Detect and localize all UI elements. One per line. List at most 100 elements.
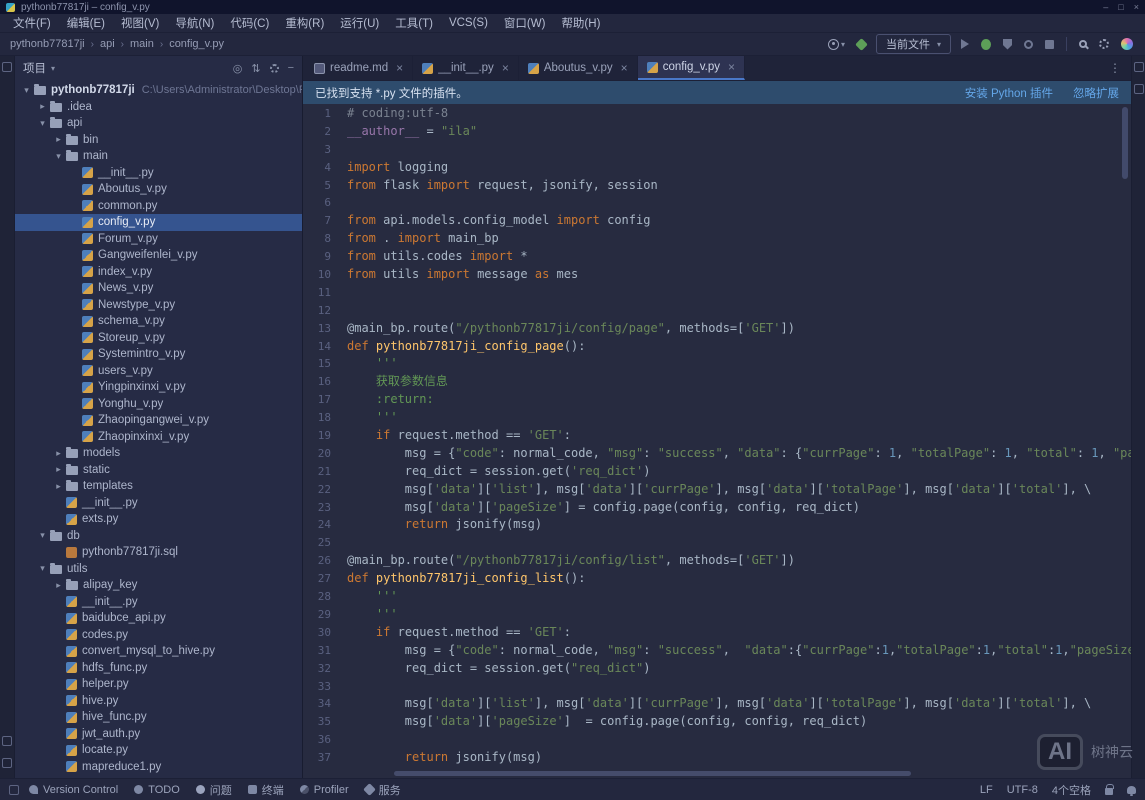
chevron-collapsed-icon[interactable]: ▸	[37, 101, 48, 112]
close-button[interactable]: ×	[1134, 2, 1139, 12]
code-line[interactable]: 3	[303, 141, 1131, 159]
line-number[interactable]: 18	[303, 409, 347, 427]
line-number[interactable]: 10	[303, 266, 347, 284]
line-number[interactable]: 26	[303, 552, 347, 570]
tree-item[interactable]: __init__.py	[15, 165, 302, 182]
code-line[interactable]: 8from . import main_bp	[303, 230, 1131, 248]
breadcrumb-item[interactable]: api	[100, 38, 115, 50]
line-number[interactable]: 36	[303, 731, 347, 749]
database-toolwindow-icon[interactable]	[1134, 62, 1144, 72]
chevron-collapsed-icon[interactable]: ▸	[53, 134, 64, 145]
status-item[interactable]: 问题	[196, 782, 232, 798]
maximize-button[interactable]: □	[1118, 2, 1123, 12]
menu-item[interactable]: VCS(S)	[442, 16, 495, 30]
close-icon[interactable]: ×	[621, 61, 628, 75]
code-line[interactable]: 1# coding:utf-8	[303, 105, 1131, 123]
vertical-scrollbar-thumb[interactable]	[1122, 107, 1128, 179]
horizontal-scrollbar-thumb[interactable]	[394, 771, 911, 776]
tree-item[interactable]: exts.py	[15, 511, 302, 528]
chevron-expanded-icon[interactable]: ▾	[37, 118, 48, 129]
line-number[interactable]: 14	[303, 338, 347, 356]
toolwindow-switcher-icon[interactable]	[9, 785, 19, 795]
menu-item[interactable]: 窗口(W)	[497, 14, 553, 32]
code-line[interactable]: 32 req_dict = session.get("req_dict")	[303, 660, 1131, 678]
stop-button[interactable]	[1043, 39, 1056, 50]
line-number[interactable]: 12	[303, 302, 347, 320]
code-line[interactable]: 31 msg = {"code": normal_code, "msg": "s…	[303, 642, 1131, 660]
run-configuration-select[interactable]: 当前文件 ▾	[876, 34, 951, 54]
tree-item[interactable]: Zhaopinxinxi_v.py	[15, 429, 302, 446]
tree-item[interactable]: convert_mysql_to_hive.py	[15, 643, 302, 660]
code-line[interactable]: 37 return jsonify(msg)	[303, 749, 1131, 767]
status-item[interactable]: 终端	[248, 782, 284, 798]
line-number[interactable]: 8	[303, 230, 347, 248]
code-editor[interactable]: 1# coding:utf-82__author__ = "ila"34impo…	[303, 104, 1131, 769]
search-everywhere-button[interactable]	[1077, 39, 1089, 49]
code-line[interactable]: 19 if request.method == 'GET':	[303, 427, 1131, 445]
editor-tab[interactable]: config_v.py×	[638, 56, 745, 80]
hide-panel-icon[interactable]: −	[288, 62, 294, 74]
line-number[interactable]: 6	[303, 194, 347, 212]
code-line[interactable]: 15 '''	[303, 355, 1131, 373]
code-line[interactable]: 17 :return:	[303, 391, 1131, 409]
tree-item[interactable]: users_v.py	[15, 363, 302, 380]
code-line[interactable]: 5from flask import request, jsonify, ses…	[303, 177, 1131, 195]
line-number[interactable]: 23	[303, 499, 347, 517]
install-plugin-link[interactable]: 安装 Python 插件	[965, 85, 1053, 101]
code-line[interactable]: 4import logging	[303, 159, 1131, 177]
commit-toolwindow-icon[interactable]	[2, 736, 12, 746]
line-number[interactable]: 13	[303, 320, 347, 338]
tree-item[interactable]: News_v.py	[15, 280, 302, 297]
tree-item[interactable]: locate.py	[15, 742, 302, 759]
menu-item[interactable]: 工具(T)	[388, 14, 440, 32]
line-number[interactable]: 17	[303, 391, 347, 409]
line-number[interactable]: 16	[303, 373, 347, 391]
code-line[interactable]: 27def pythonb77817ji_config_list():	[303, 570, 1131, 588]
code-line[interactable]: 28 '''	[303, 588, 1131, 606]
line-number[interactable]: 9	[303, 248, 347, 266]
code-line[interactable]: 24 return jsonify(msg)	[303, 516, 1131, 534]
tree-item[interactable]: hdfs_func.py	[15, 660, 302, 677]
lock-icon[interactable]	[1105, 788, 1113, 795]
close-icon[interactable]: ×	[728, 60, 735, 74]
chevron-collapsed-icon[interactable]: ▸	[53, 448, 64, 459]
line-number[interactable]: 24	[303, 516, 347, 534]
menu-item[interactable]: 视图(V)	[114, 14, 166, 32]
code-line[interactable]: 16 获取参数信息	[303, 373, 1131, 391]
line-number[interactable]: 32	[303, 660, 347, 678]
project-panel-title[interactable]: 项目	[23, 60, 46, 76]
line-number[interactable]: 11	[303, 284, 347, 302]
status-item[interactable]: UTF-8	[1007, 784, 1038, 796]
menu-item[interactable]: 编辑(E)	[60, 14, 112, 32]
project-toolwindow-icon[interactable]	[2, 62, 12, 72]
line-number[interactable]: 2	[303, 123, 347, 141]
tree-item[interactable]: pythonb77817ji.sql	[15, 544, 302, 561]
tree-item[interactable]: Storeup_v.py	[15, 330, 302, 347]
code-line[interactable]: 34 msg['data']['list'], msg['data']['cur…	[303, 695, 1131, 713]
code-line[interactable]: 35 msg['data']['pageSize'] = config.page…	[303, 713, 1131, 731]
coverage-button[interactable]	[1001, 38, 1014, 51]
line-number[interactable]: 4	[303, 159, 347, 177]
tree-item[interactable]: jwt_auth.py	[15, 726, 302, 743]
code-line[interactable]: 14def pythonb77817ji_config_page():	[303, 338, 1131, 356]
breadcrumb-item[interactable]: config_v.py	[169, 38, 224, 50]
line-number[interactable]: 7	[303, 212, 347, 230]
close-icon[interactable]: ×	[396, 61, 403, 75]
line-number[interactable]: 21	[303, 463, 347, 481]
tree-item[interactable]: mapreduce1.py	[15, 759, 302, 776]
code-line[interactable]: 7from api.models.config_model import con…	[303, 212, 1131, 230]
status-item[interactable]: 4个空格	[1052, 782, 1091, 798]
code-line[interactable]: 25	[303, 534, 1131, 552]
tree-item[interactable]: ▸bin	[15, 132, 302, 149]
tree-item[interactable]: Forum_v.py	[15, 231, 302, 248]
ignore-extension-link[interactable]: 忽略扩展	[1073, 85, 1119, 101]
breadcrumb-item[interactable]: main	[130, 38, 154, 50]
chevron-collapsed-icon[interactable]: ▸	[53, 464, 64, 475]
chevron-collapsed-icon[interactable]: ▸	[53, 580, 64, 591]
tree-item[interactable]: hive_func.py	[15, 709, 302, 726]
line-number[interactable]: 15	[303, 355, 347, 373]
line-number[interactable]: 27	[303, 570, 347, 588]
line-number[interactable]: 22	[303, 481, 347, 499]
status-item[interactable]: Version Control	[29, 784, 118, 796]
code-line[interactable]: 2__author__ = "ila"	[303, 123, 1131, 141]
